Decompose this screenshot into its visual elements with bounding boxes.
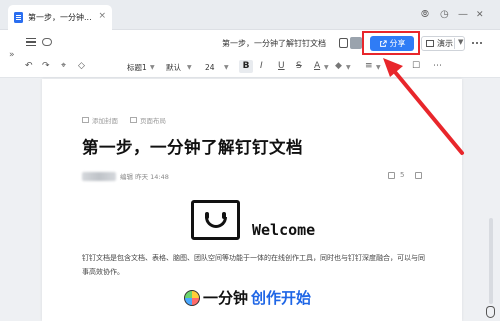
edit-meta: 编辑 昨天 14:48 bbox=[120, 173, 169, 181]
chevron-down-icon[interactable]: ▼ bbox=[187, 61, 192, 74]
chevron-down-icon[interactable]: ▼ bbox=[224, 61, 229, 74]
image-icon bbox=[82, 117, 89, 123]
format-toolbar: ↶ ↷ ⌖ ◇ 标题1 ▼ 默认 ▼ 24 ▼ B I U S A ▼ ◆ ▼ … bbox=[0, 56, 500, 78]
strikethrough-button[interactable]: S bbox=[296, 60, 302, 73]
smiley-face-image bbox=[191, 200, 240, 240]
font-family-select[interactable]: 默认 bbox=[166, 61, 181, 74]
undo-icon[interactable]: ↶ bbox=[25, 60, 33, 73]
underline-button[interactable]: U bbox=[278, 60, 285, 73]
present-label: 演示 bbox=[437, 39, 453, 48]
title-bar: 第一步，一分钟... × ⦾ ◷ — ✕ bbox=[0, 0, 500, 30]
checkbox-icon[interactable]: ☐ bbox=[412, 60, 420, 73]
microphone-icon[interactable] bbox=[486, 306, 495, 318]
chevron-down-icon[interactable]: ▼ bbox=[376, 61, 381, 74]
document-header: 第一步，一分钟了解钉钉文档 分享 演示 ▼ bbox=[0, 30, 500, 56]
minimize-button[interactable]: — bbox=[458, 9, 468, 21]
page-meta-links: 添加封面 页面布局 bbox=[82, 115, 166, 125]
font-size-select[interactable]: 24 bbox=[205, 61, 215, 74]
format-painter-icon[interactable]: ⌖ bbox=[61, 60, 66, 73]
bold-button[interactable]: B bbox=[239, 60, 253, 73]
share-highlight-annotation bbox=[362, 31, 420, 55]
avatar[interactable] bbox=[350, 37, 362, 49]
close-window-button[interactable]: ✕ bbox=[476, 9, 484, 21]
document-page: 添加封面 页面布局 第一步，一分钟了解钉钉文档 编辑 昨天 14:48 5 We… bbox=[42, 79, 462, 321]
author-name-blurred bbox=[82, 171, 116, 181]
expand-sidebar-icon[interactable]: » bbox=[9, 50, 15, 60]
document-icon bbox=[14, 12, 23, 23]
present-button[interactable]: 演示 ▼ bbox=[421, 36, 465, 51]
section-heading[interactable]: 一分钟 创作开始 bbox=[184, 287, 311, 308]
author-row: 编辑 昨天 14:48 bbox=[82, 171, 169, 181]
font-color-button[interactable]: A bbox=[314, 60, 320, 73]
document-stats: 5 bbox=[388, 171, 423, 179]
list-icon[interactable]: ≡ bbox=[365, 60, 373, 73]
chevron-down-icon[interactable]: ▼ bbox=[458, 38, 463, 46]
present-icon bbox=[426, 40, 434, 47]
palette-icon bbox=[184, 289, 200, 306]
heading-style-select[interactable]: 标题1 bbox=[127, 61, 147, 74]
outline-icon[interactable] bbox=[415, 171, 423, 179]
scrollbar[interactable] bbox=[489, 218, 493, 304]
collaborator-icon[interactable] bbox=[339, 38, 348, 48]
more-tools-icon[interactable]: ⋯ bbox=[433, 60, 442, 73]
pin-icon[interactable]: ⦾ bbox=[421, 9, 429, 21]
redo-icon[interactable]: ↷ bbox=[42, 60, 50, 73]
add-cover-link[interactable]: 添加封面 bbox=[82, 115, 118, 125]
document-title-header[interactable]: 第一步，一分钟了解钉钉文档 bbox=[222, 38, 326, 49]
layout-icon bbox=[130, 117, 137, 123]
chevron-down-icon[interactable]: ▼ bbox=[324, 61, 329, 74]
document-tab[interactable]: 第一步，一分钟... × bbox=[8, 5, 112, 30]
task-count: 5 bbox=[400, 171, 405, 179]
chevron-down-icon[interactable]: ▼ bbox=[346, 61, 351, 74]
welcome-heading[interactable]: Welcome bbox=[252, 221, 315, 239]
chevron-down-icon[interactable]: ▼ bbox=[150, 61, 155, 74]
italic-button[interactable]: I bbox=[260, 60, 263, 73]
help-icon[interactable]: ◷ bbox=[440, 9, 449, 21]
intro-paragraph[interactable]: 钉钉文档是包含文档、表格、脑图、团队空间等功能于一体的在线创作工具，同时也与钉钉… bbox=[82, 251, 427, 279]
menu-icon[interactable] bbox=[26, 38, 36, 46]
page-layout-link[interactable]: 页面布局 bbox=[130, 115, 166, 125]
tab-title: 第一步，一分钟... bbox=[28, 13, 92, 22]
highlight-color-icon[interactable]: ◆ bbox=[335, 60, 342, 73]
more-options-icon[interactable] bbox=[472, 42, 474, 44]
cloud-sync-icon[interactable] bbox=[42, 38, 52, 46]
list-icon[interactable]: ≡ bbox=[388, 60, 396, 73]
tab-close-icon[interactable]: × bbox=[98, 11, 106, 21]
page-title[interactable]: 第一步，一分钟了解钉钉文档 bbox=[82, 134, 303, 158]
clear-format-icon[interactable]: ◇ bbox=[78, 60, 85, 73]
task-icon bbox=[388, 171, 395, 179]
